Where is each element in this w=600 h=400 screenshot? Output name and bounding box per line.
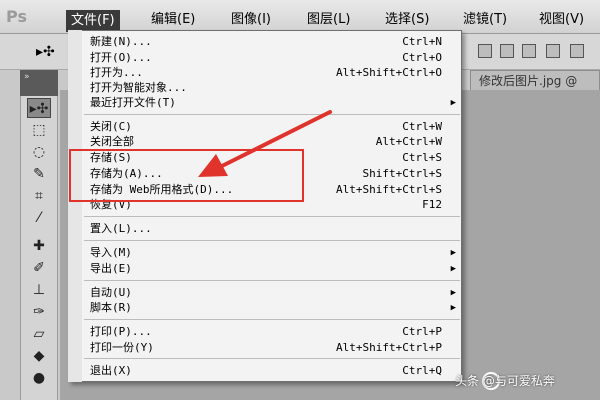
watermark: 头条 @与可爱私奔: [455, 374, 555, 388]
annotation-arrow-icon: [198, 110, 332, 177]
